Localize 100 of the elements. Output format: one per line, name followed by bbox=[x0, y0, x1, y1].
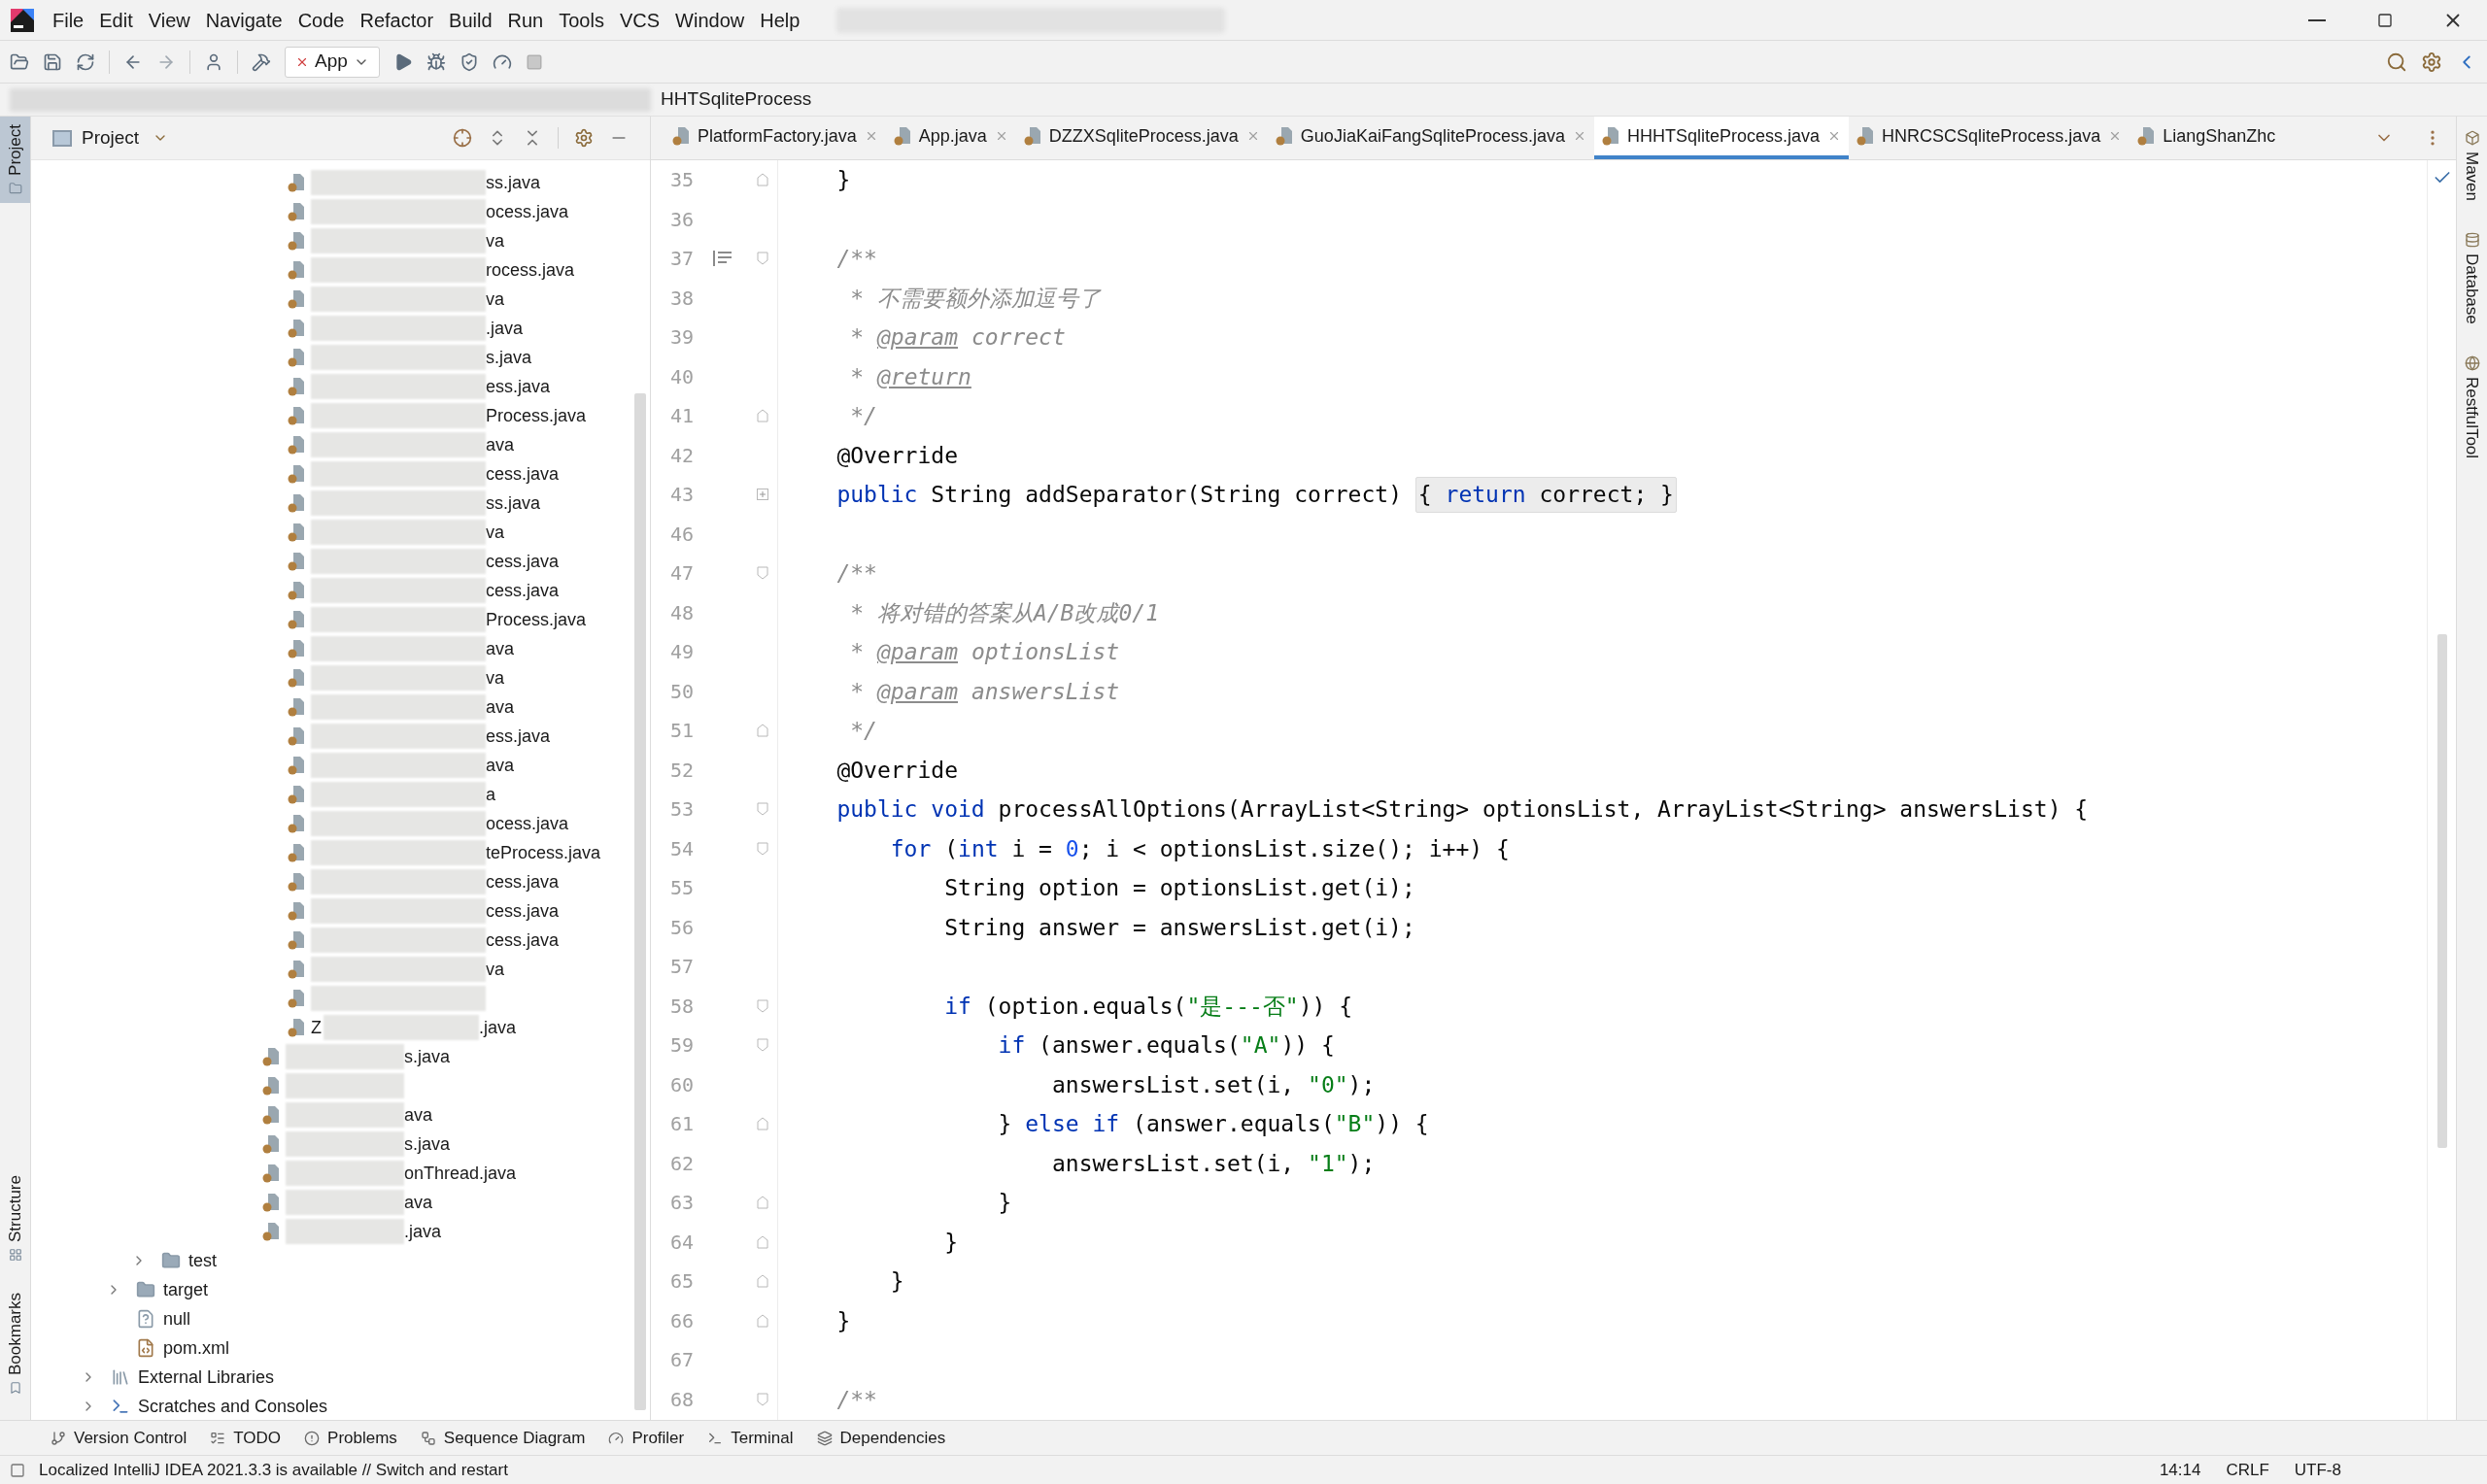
file-name-fragment[interactable]: ava bbox=[486, 693, 515, 721]
file-name-fragment[interactable]: ess.java bbox=[486, 373, 551, 400]
save-icon[interactable] bbox=[43, 51, 62, 72]
line-separator[interactable]: CRLF bbox=[2226, 1457, 2269, 1483]
file-name-fragment[interactable]: s.java bbox=[486, 344, 532, 371]
file-name-fragment[interactable]: .java bbox=[486, 315, 524, 342]
file-name-fragment[interactable]: ess.java bbox=[486, 723, 551, 750]
file-name-fragment[interactable]: ocess.java bbox=[486, 198, 569, 225]
file-name-fragment[interactable]: .java bbox=[404, 1218, 442, 1245]
tool-window-tab[interactable]: Profiler bbox=[600, 1421, 693, 1455]
fold-marker-icon[interactable] bbox=[757, 566, 768, 581]
tree-item-label[interactable]: null bbox=[163, 1305, 191, 1332]
editor-tab[interactable]: DZZXSqliteProcess.java bbox=[1015, 117, 1268, 159]
fold-marker-icon[interactable] bbox=[757, 802, 768, 817]
file-name-fragment[interactable]: ava bbox=[486, 635, 515, 662]
tree-item-label[interactable]: test bbox=[188, 1247, 217, 1274]
file-name-fragment[interactable]: cess.java bbox=[486, 577, 560, 604]
tool-window-tab[interactable]: Project bbox=[0, 117, 30, 203]
tool-window-tab[interactable]: Version Control bbox=[43, 1421, 195, 1455]
tool-window-tab[interactable]: Database bbox=[2457, 228, 2487, 328]
file-name-fragment[interactable]: cess.java bbox=[486, 460, 560, 488]
tool-window-tab[interactable]: TODO bbox=[202, 1421, 290, 1455]
tree-item-label[interactable]: Scratches and Consoles bbox=[138, 1393, 328, 1420]
debug-icon[interactable] bbox=[426, 51, 446, 72]
fold-marker-icon[interactable] bbox=[757, 1038, 768, 1053]
file-name-fragment[interactable]: ss.java bbox=[486, 489, 541, 517]
run-configuration-dropdown[interactable]: App bbox=[285, 46, 380, 78]
file-name-fragment[interactable]: s.java bbox=[404, 1043, 451, 1070]
tool-window-tab[interactable]: RestfulTool bbox=[2457, 351, 2487, 462]
breadcrumb-item[interactable]: HHTSqliteProcess bbox=[661, 85, 812, 114]
editor-tab[interactable]: HHHTSqliteProcess.java bbox=[1594, 117, 1850, 159]
settings-icon[interactable] bbox=[2421, 51, 2442, 73]
file-name-fragment[interactable]: va bbox=[486, 227, 504, 254]
doc-lines-icon[interactable] bbox=[712, 250, 733, 268]
tool-window-tab[interactable]: Maven bbox=[2457, 126, 2487, 206]
file-name-fragment[interactable]: Process.java bbox=[486, 606, 587, 633]
menu-item[interactable]: Edit bbox=[91, 0, 141, 40]
file-name-fragment[interactable]: teProcess.java bbox=[486, 839, 601, 866]
folded-code[interactable]: { return correct; } bbox=[1414, 477, 1677, 513]
user-icon[interactable] bbox=[204, 51, 223, 72]
file-name-fragment[interactable]: cess.java bbox=[486, 548, 560, 575]
tool-window-tab[interactable]: Structure bbox=[0, 1169, 30, 1267]
file-name-fragment[interactable]: cess.java bbox=[486, 868, 560, 895]
menu-item[interactable]: Build bbox=[441, 0, 500, 40]
editor-tab[interactable]: LiangShanZhc bbox=[2129, 117, 2284, 159]
file-name-fragment[interactable]: ava bbox=[486, 431, 515, 458]
editor-tab[interactable]: HNRCSCSqliteProcess.java bbox=[1849, 117, 2130, 159]
menu-item[interactable]: Run bbox=[499, 0, 552, 40]
tree-item-label[interactable]: External Libraries bbox=[138, 1364, 275, 1391]
editor-tab[interactable]: GuoJiaKaiFangSqliteProcess.java bbox=[1267, 117, 1594, 159]
fold-marker-icon[interactable] bbox=[757, 1196, 768, 1210]
tool-window-tab[interactable]: Sequence Diagram bbox=[412, 1421, 594, 1455]
search-icon[interactable] bbox=[2386, 51, 2407, 73]
project-view-dropdown[interactable]: Project bbox=[82, 123, 169, 152]
scrollbar-thumb[interactable] bbox=[634, 393, 646, 1410]
file-name-fragment[interactable]: ava bbox=[404, 1101, 433, 1129]
tool-window-tab[interactable]: Bookmarks bbox=[0, 1286, 30, 1400]
editor-tab[interactable]: PlatformFactory.java bbox=[664, 117, 886, 159]
file-encoding[interactable]: UTF-8 bbox=[2294, 1457, 2341, 1483]
file-name-fragment[interactable]: cess.java bbox=[486, 927, 560, 954]
file-name-fragment[interactable]: a bbox=[486, 781, 495, 808]
file-name-fragment[interactable]: va bbox=[486, 519, 504, 546]
expand-fold-icon[interactable] bbox=[757, 489, 768, 501]
status-message[interactable]: Localized IntelliJ IDEA 2021.3.3 is available // Switch and restart bbox=[39, 1457, 508, 1483]
fold-marker-icon[interactable] bbox=[757, 998, 768, 1013]
fold-marker-icon[interactable] bbox=[757, 1234, 768, 1249]
menu-item[interactable]: Tools bbox=[551, 0, 612, 40]
menu-item[interactable]: Refactor bbox=[352, 0, 442, 40]
close-tab-icon[interactable] bbox=[1573, 129, 1586, 143]
fold-marker-icon[interactable] bbox=[757, 841, 768, 856]
panel-toggle-icon[interactable] bbox=[10, 1462, 25, 1478]
file-name-fragment[interactable]: va bbox=[486, 956, 504, 983]
fold-marker-icon[interactable] bbox=[757, 409, 768, 423]
menu-item[interactable]: VCS bbox=[611, 0, 668, 40]
sync-icon[interactable] bbox=[76, 51, 95, 72]
stop-icon[interactable] bbox=[525, 52, 543, 71]
menu-item[interactable]: Code bbox=[290, 0, 353, 40]
tool-window-tab[interactable]: Problems bbox=[296, 1421, 405, 1455]
editor-tab[interactable]: App.java bbox=[885, 117, 1016, 159]
fold-marker-icon[interactable] bbox=[757, 1392, 768, 1406]
file-name-fragment[interactable]: .java bbox=[479, 1014, 517, 1041]
settings-icon[interactable] bbox=[574, 128, 594, 148]
fold-marker-icon[interactable] bbox=[757, 252, 768, 266]
file-name-fragment[interactable]: s.java bbox=[404, 1130, 451, 1158]
file-name-fragment[interactable]: rocess.java bbox=[486, 256, 575, 284]
fold-marker-icon[interactable] bbox=[757, 1117, 768, 1131]
file-name-fragment[interactable]: onThread.java bbox=[404, 1160, 517, 1187]
file-name-fragment[interactable]: va bbox=[486, 664, 504, 691]
file-name-fragment[interactable]: cess.java bbox=[486, 897, 560, 925]
file-name-fragment[interactable]: ss.java bbox=[486, 169, 541, 196]
menu-item[interactable]: File bbox=[45, 0, 92, 40]
file-name-fragment[interactable]: ava bbox=[486, 752, 515, 779]
fold-marker-icon[interactable] bbox=[757, 1274, 768, 1289]
tree-item-label[interactable]: pom.xml bbox=[163, 1334, 229, 1362]
menu-item[interactable]: Window bbox=[667, 0, 753, 40]
file-name-fragment[interactable]: Process.java bbox=[486, 402, 587, 429]
tool-window-tab[interactable]: Terminal bbox=[699, 1421, 801, 1455]
fold-marker-icon[interactable] bbox=[757, 173, 768, 187]
file-name-fragment[interactable]: ava bbox=[404, 1189, 433, 1216]
locate-icon[interactable] bbox=[453, 128, 472, 148]
